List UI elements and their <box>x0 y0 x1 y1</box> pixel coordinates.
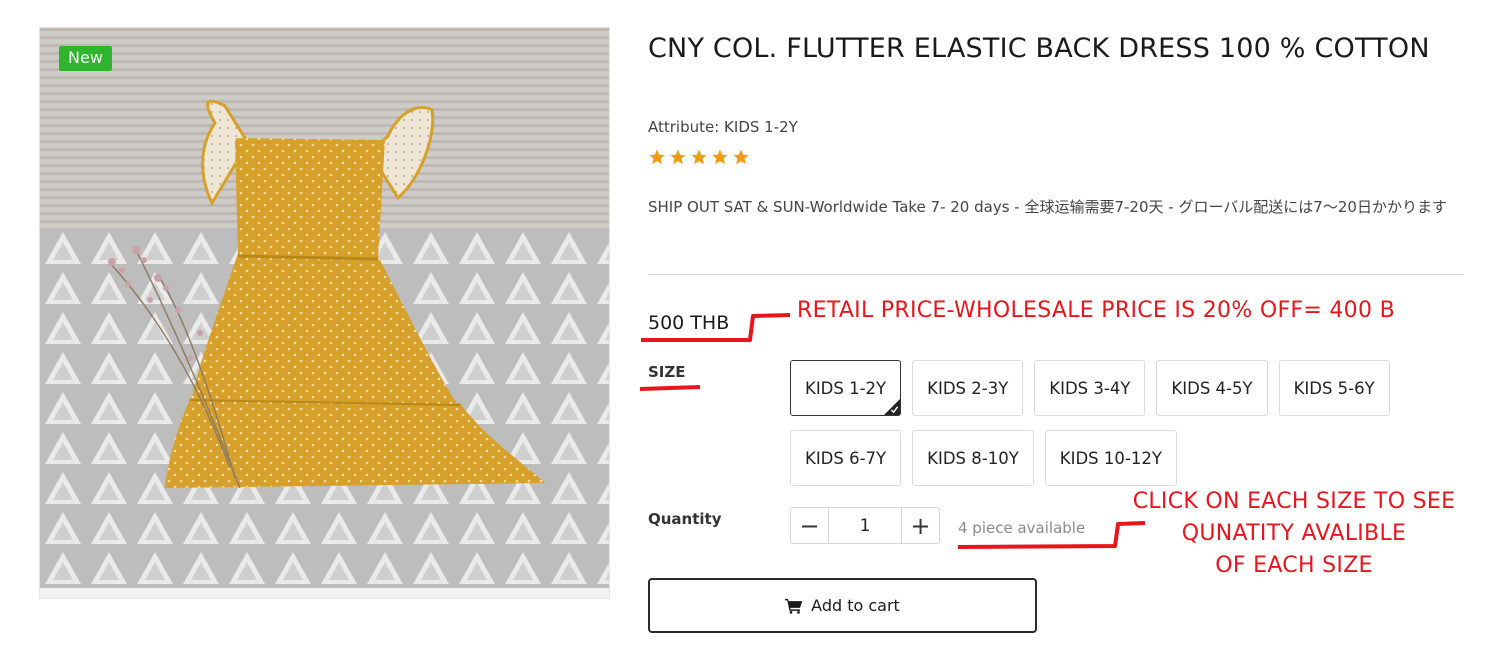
star-icon <box>649 149 665 165</box>
size-option-label: KIDS 1-2Y <box>805 378 887 398</box>
add-to-cart-label: Add to cart <box>811 596 900 615</box>
star-icon <box>670 149 686 165</box>
size-option-kids-8-10y[interactable]: KIDS 8-10Y <box>912 430 1034 486</box>
quantity-decrease-button[interactable]: − <box>791 508 829 543</box>
divider <box>648 274 1464 275</box>
shipping-info: SHIP OUT SAT & SUN-Worldwide Take 7- 20 … <box>648 198 1447 216</box>
size-annotation-line: CLICK ON EACH SIZE TO SEE <box>1132 489 1456 514</box>
size-option-label: KIDS 10-12Y <box>1059 448 1162 468</box>
size-option-kids-4-5y[interactable]: KIDS 4-5Y <box>1156 360 1268 416</box>
product-price: 500 THB <box>648 312 730 334</box>
size-option-label: KIDS 3-4Y <box>1049 378 1131 398</box>
price-annotation: RETAIL PRICE-WHOLESALE PRICE IS 20% OFF=… <box>797 298 1395 323</box>
size-option-label: KIDS 5-6Y <box>1293 378 1375 398</box>
size-option-kids-3-4y[interactable]: KIDS 3-4Y <box>1034 360 1146 416</box>
size-option-kids-10-12y[interactable]: KIDS 10-12Y <box>1044 430 1177 486</box>
cart-icon <box>785 598 803 614</box>
product-image[interactable]: New <box>39 27 610 599</box>
size-option-label: KIDS 8-10Y <box>927 448 1019 468</box>
size-label: SIZE <box>648 363 686 381</box>
rating-stars <box>648 148 750 166</box>
size-annotation-line: QUNATITY AVALIBLE <box>1181 521 1407 546</box>
size-option-kids-6-7y[interactable]: KIDS 6-7Y <box>790 430 902 486</box>
size-options-row-1: KIDS 1-2Y KIDS 2-3Y KIDS 3-4Y KIDS 4-5Y … <box>790 360 1390 416</box>
size-option-kids-1-2y[interactable]: KIDS 1-2Y <box>790 360 902 416</box>
size-option-label: KIDS 6-7Y <box>805 448 887 468</box>
star-icon <box>691 149 707 165</box>
stock-availability: 4 piece available <box>958 519 1086 537</box>
star-icon <box>712 149 728 165</box>
size-options-row-2: KIDS 6-7Y KIDS 8-10Y KIDS 10-12Y <box>790 430 1177 486</box>
star-icon <box>733 149 749 165</box>
size-option-label: KIDS 4-5Y <box>1171 378 1253 398</box>
size-annotation-line: OF EACH SIZE <box>1215 553 1373 578</box>
size-option-kids-2-3y[interactable]: KIDS 2-3Y <box>912 360 1024 416</box>
size-option-label: KIDS 2-3Y <box>927 378 1009 398</box>
dress-photo-illustration <box>40 28 609 598</box>
add-to-cart-button[interactable]: Add to cart <box>648 578 1037 633</box>
size-annotation: CLICK ON EACH SIZE TO SEE QUNATITY AVALI… <box>1114 486 1474 582</box>
new-badge: New <box>59 46 112 71</box>
size-option-kids-5-6y[interactable]: KIDS 5-6Y <box>1278 360 1390 416</box>
quantity-stepper: − + <box>790 507 940 544</box>
product-title: CNY COL. FLUTTER ELASTIC BACK DRESS 100 … <box>648 33 1430 64</box>
quantity-increase-button[interactable]: + <box>901 508 939 543</box>
product-attribute: Attribute: KIDS 1-2Y <box>648 118 798 136</box>
size-underline <box>639 385 701 391</box>
quantity-label: Quantity <box>648 510 722 528</box>
quantity-input[interactable] <box>829 508 901 543</box>
check-icon <box>890 406 899 414</box>
